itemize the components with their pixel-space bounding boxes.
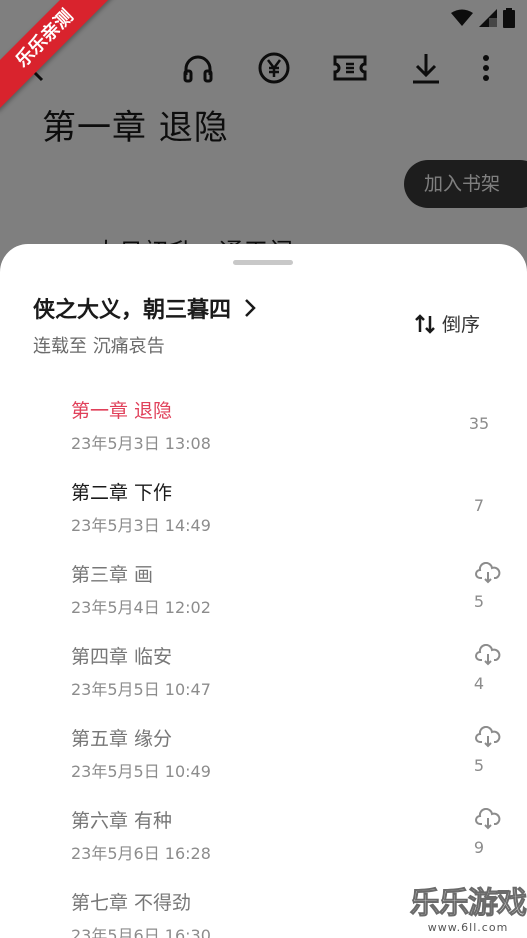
chapter-name: 第七章 不得劲 (71, 892, 192, 914)
site-watermark-url: www.6ll.com (427, 921, 509, 934)
chapter-row[interactable]: 第五章 缘分 23年5月5日 10:49 5 (0, 724, 527, 806)
chapter-comment-count: 5 (473, 756, 485, 775)
sort-arrows-icon (415, 313, 435, 334)
chapter-row[interactable]: 第六章 有种 23年5月6日 16:28 9 (0, 806, 527, 888)
site-watermark-title: 乐乐游戏 (410, 886, 527, 922)
chapter-name: 第四章 临安 (71, 646, 173, 668)
chapter-name: 第五章 缘分 (71, 728, 173, 750)
site-watermark: 乐乐游戏 www.6ll.com (409, 886, 527, 938)
chapter-row[interactable]: 第三章 画 23年5月4日 12:02 5 (0, 560, 527, 642)
book-title: 侠之大义，朝三暮四 (33, 298, 232, 323)
chapter-comment-count: 35 (468, 414, 490, 433)
cloud-download-icon[interactable] (475, 808, 501, 830)
chapter-name: 第六章 有种 (71, 810, 173, 832)
sort-label: 倒序 (442, 314, 481, 336)
chapter-date: 23年5月6日 16:28 (71, 844, 211, 863)
chapter-name: 第一章 退隐 (71, 400, 173, 422)
drag-handle[interactable] (233, 260, 293, 265)
serial-status: 连载至 沉痛哀告 (33, 336, 165, 357)
chapter-comment-count: 7 (473, 496, 485, 515)
sort-order-button[interactable]: 倒序 (414, 310, 480, 337)
chapter-date: 23年5月6日 16:30 (71, 926, 211, 938)
cloud-download-icon[interactable] (475, 562, 501, 584)
chapter-comment-count: 9 (473, 838, 485, 857)
chapter-list-sheet: 侠之大义，朝三暮四 连载至 沉痛哀告 倒序 第一章 退隐 23年5月3日 13:0… (0, 244, 527, 938)
chapter-comment-count: 5 (473, 592, 485, 611)
chapter-name: 第二章 下作 (71, 482, 173, 504)
chapter-date: 23年5月5日 10:47 (71, 680, 211, 699)
chevron-right-icon (245, 299, 256, 317)
chapter-date: 23年5月3日 14:49 (71, 516, 211, 535)
chapter-name: 第三章 画 (71, 564, 154, 586)
chapter-row[interactable]: 第一章 退隐 23年5月3日 13:08 35 (0, 396, 527, 478)
book-info-link[interactable]: 侠之大义，朝三暮四 (33, 292, 261, 324)
chapter-date: 23年5月3日 13:08 (71, 434, 211, 453)
cloud-download-icon[interactable] (475, 726, 501, 748)
chapter-date: 23年5月4日 12:02 (71, 598, 211, 617)
chapter-row[interactable]: 第四章 临安 23年5月5日 10:47 4 (0, 642, 527, 724)
chapter-comment-count: 4 (473, 674, 485, 693)
chapter-date: 23年5月5日 10:49 (71, 762, 211, 781)
chapter-row[interactable]: 第二章 下作 23年5月3日 14:49 7 (0, 478, 527, 560)
cloud-download-icon[interactable] (475, 644, 501, 666)
